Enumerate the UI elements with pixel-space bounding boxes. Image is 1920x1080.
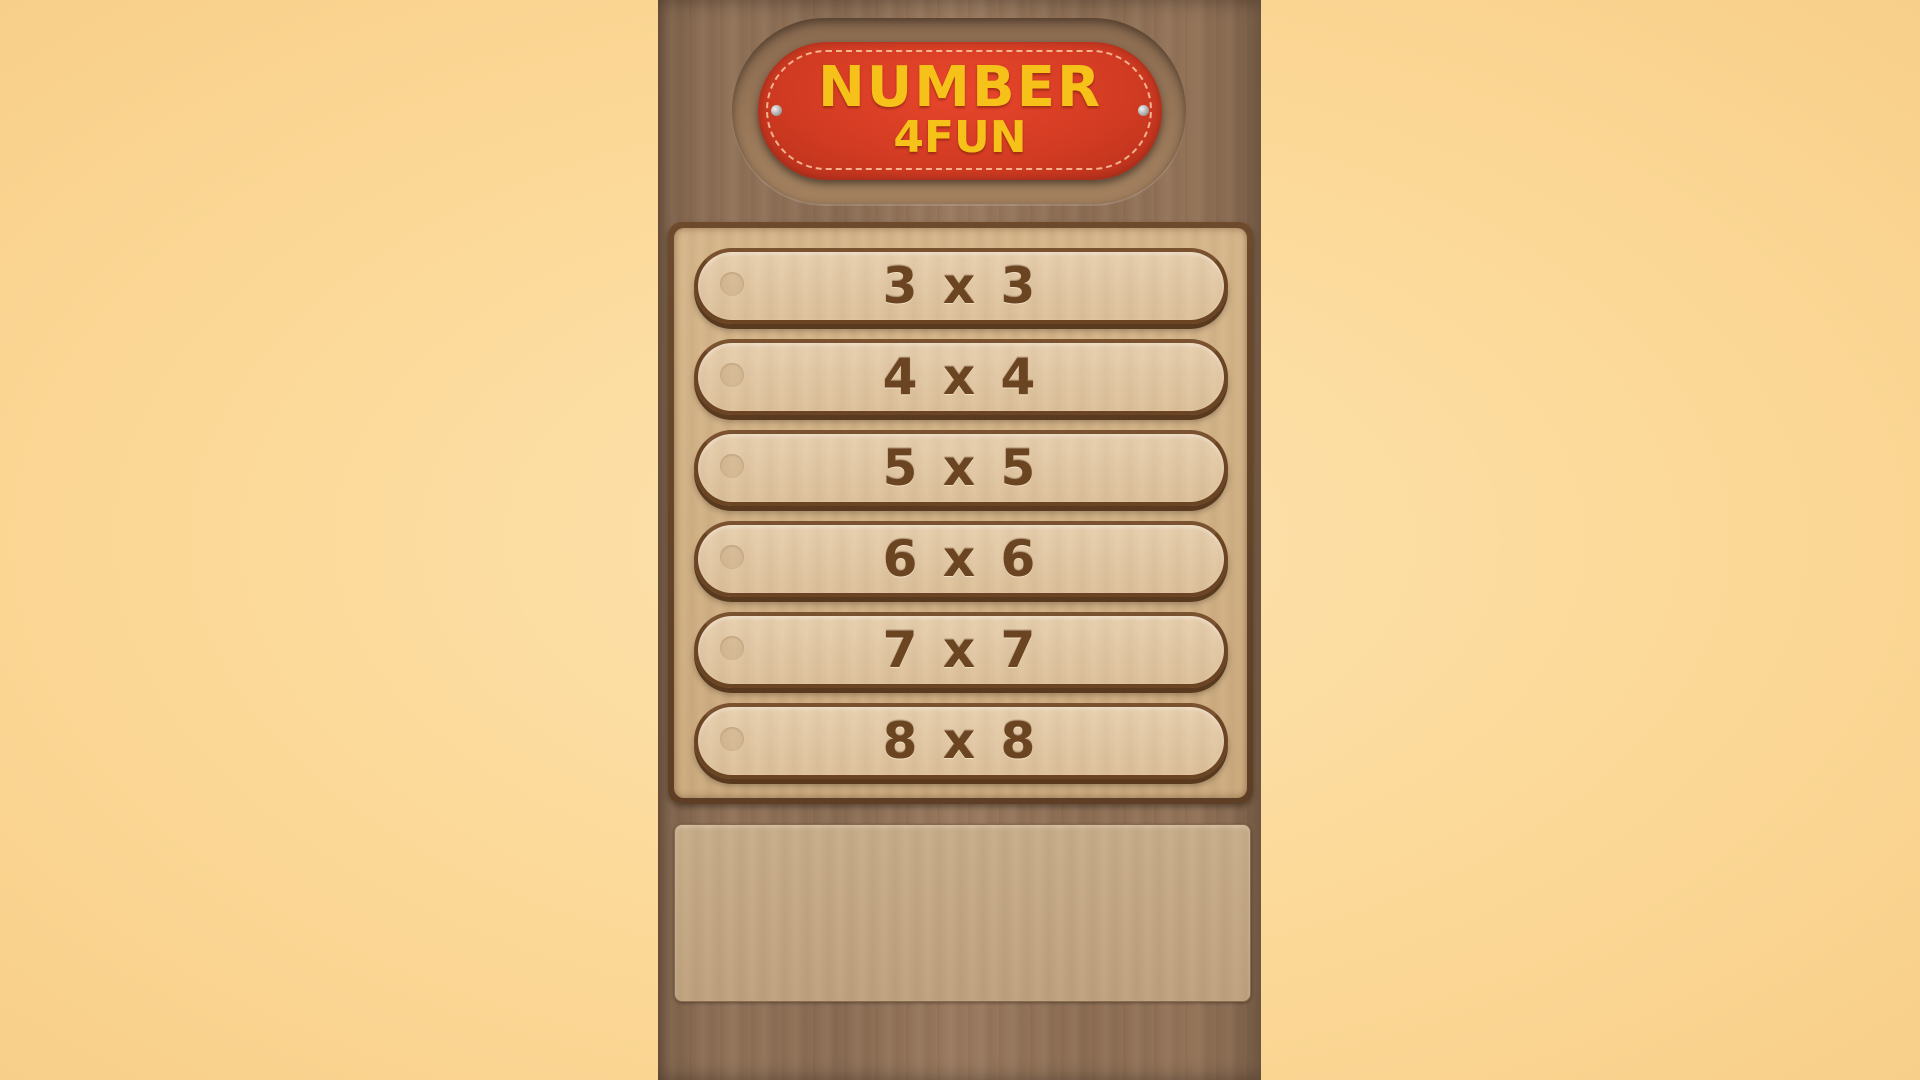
mode-button-6x6[interactable]: 6 x 6 [694, 521, 1228, 597]
knot-decoration [720, 545, 744, 569]
mode-label: 4 x 4 [882, 348, 1040, 406]
knot-decoration [720, 363, 744, 387]
mode-label: 7 x 7 [882, 621, 1040, 679]
mode-label: 8 x 8 [882, 712, 1040, 770]
mode-label: 6 x 6 [882, 530, 1040, 588]
knot-decoration [720, 727, 744, 751]
mode-button-3x3[interactable]: 3 x 3 [694, 248, 1228, 324]
knot-decoration [720, 454, 744, 478]
knot-decoration [720, 636, 744, 660]
bottom-panel [674, 824, 1251, 1002]
knot-decoration [720, 272, 744, 296]
logo-subtitle: 4FUN [893, 112, 1027, 163]
logo-title: NUMBER [817, 55, 1103, 120]
mode-button-5x5[interactable]: 5 x 5 [694, 430, 1228, 506]
mode-button-8x8[interactable]: 8 x 8 [694, 703, 1228, 779]
mode-button-4x4[interactable]: 4 x 4 [694, 339, 1228, 415]
mode-label: 3 x 3 [882, 257, 1040, 315]
mode-label: 5 x 5 [882, 439, 1040, 497]
mode-button-7x7[interactable]: 7 x 7 [694, 612, 1228, 688]
